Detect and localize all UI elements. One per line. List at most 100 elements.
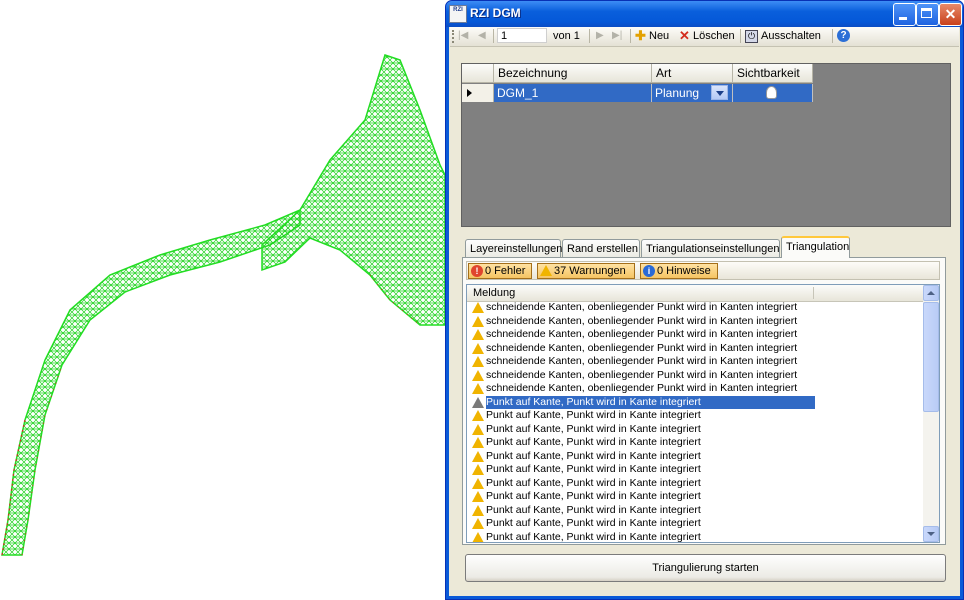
scroll-down-button[interactable] [923,526,939,542]
message-list[interactable]: Meldung schneidende Kanten, obenliegende… [466,284,940,543]
message-row[interactable]: Punkt auf Kante, Punkt wird in Kante int… [467,436,924,450]
dgm-window: RZI RZI DGM ✕ |◀ ◀ 1 von 1 ▶ ▶| ✚ Neu ✕ … [445,0,964,600]
filter-warnings-button[interactable]: 37 Warnungen [537,263,635,279]
visibility-bulb-icon[interactable] [766,86,777,99]
tab-layereinstellungen[interactable]: Layereinstellungen [465,239,562,257]
filter-hints-label: 0 Hinweise [657,265,711,277]
warning-icon [540,265,552,276]
message-row[interactable]: Punkt auf Kante, Punkt wird in Kante int… [467,450,924,464]
warning-icon [472,302,484,313]
tab-rand-erstellen[interactable]: Rand erstellen [562,239,640,257]
warning-icon [472,491,484,502]
message-text: schneidende Kanten, obenliegender Punkt … [486,368,798,381]
column-header-art[interactable]: Art [652,64,733,83]
warning-icon [472,396,484,408]
column-header-meldung: Meldung [473,287,516,299]
message-text: Punkt auf Kante, Punkt wird in Kante int… [486,409,701,421]
app-icon: RZI [449,5,467,23]
warning-icon [472,464,484,475]
column-header-sichtbarkeit[interactable]: Sichtbarkeit [733,64,813,83]
message-row[interactable]: Punkt auf Kante, Punkt wird in Kante int… [467,423,924,437]
art-dropdown-button[interactable] [711,85,728,100]
message-row[interactable]: schneidende Kanten, obenliegender Punkt … [467,342,924,356]
toolbar-grip[interactable] [452,30,456,43]
help-icon[interactable]: ? [837,29,850,42]
warning-icon [472,518,484,529]
warning-icon [472,369,484,381]
message-text: Punkt auf Kante, Punkt wird in Kante int… [486,476,701,489]
info-icon: i [643,265,655,277]
cell-art-value: Planung [655,86,700,100]
message-text: schneidende Kanten, obenliegender Punkt … [486,355,798,367]
message-row[interactable]: schneidende Kanten, obenliegender Punkt … [467,382,924,396]
next-record-icon[interactable]: ▶ [596,30,604,42]
warning-icon [472,383,484,394]
warning-icon [472,477,484,489]
message-row[interactable]: Punkt auf Kante, Punkt wird in Kante int… [467,463,924,477]
message-row[interactable]: Punkt auf Kante, Punkt wird in Kante int… [467,530,924,543]
shutdown-icon: ⏻ [745,30,758,43]
add-icon: ✚ [635,28,646,43]
window-client: |◀ ◀ 1 von 1 ▶ ▶| ✚ Neu ✕ Löschen ⏻ Auss… [449,27,960,596]
window-title: RZI DGM [470,6,521,20]
warning-icon [472,356,484,367]
minimize-button[interactable] [893,3,916,26]
message-row[interactable]: Punkt auf Kante, Punkt wird in Kante int… [467,409,924,423]
message-row[interactable]: Punkt auf Kante, Punkt wird in Kante int… [467,504,924,518]
start-triangulation-button[interactable]: Triangulierung starten [465,554,946,582]
message-row[interactable]: schneidende Kanten, obenliegender Punkt … [467,315,924,329]
filter-hints-button[interactable]: i 0 Hinweise [640,263,718,279]
delete-button[interactable]: Löschen [693,29,735,43]
maximize-button[interactable] [916,3,939,26]
message-row[interactable]: schneidende Kanten, obenliegender Punkt … [467,301,924,315]
scroll-thumb[interactable] [923,302,939,412]
record-count-label: von 1 [553,30,580,42]
message-scrollbar[interactable] [923,285,939,542]
message-text: schneidende Kanten, obenliegender Punkt … [486,314,798,327]
last-record-icon[interactable]: ▶| [612,30,622,42]
delete-icon: ✕ [679,28,690,43]
message-text: schneidende Kanten, obenliegender Punkt … [486,341,798,354]
filter-errors-button[interactable]: ! 0 Fehler [468,263,532,279]
close-button[interactable]: ✕ [939,3,962,26]
warning-icon [472,437,484,448]
tab-triangulationseinstellungen[interactable]: Triangulationseinstellungen [641,239,780,257]
navigator-toolbar: |◀ ◀ 1 von 1 ▶ ▶| ✚ Neu ✕ Löschen ⏻ Auss… [450,27,959,47]
warning-icon [472,315,484,327]
grid-corner-header [462,64,494,83]
filter-warnings-label: 37 Warnungen [554,265,626,277]
cell-bezeichnung[interactable]: DGM_1 [494,84,652,102]
message-text: Punkt auf Kante, Punkt wird in Kante int… [486,490,701,502]
new-button[interactable]: Neu [649,29,669,43]
warning-icon [472,531,484,542]
row-selector[interactable] [462,84,494,102]
tab-triangulation[interactable]: Triangulation [781,236,850,258]
message-row[interactable]: Punkt auf Kante, Punkt wird in Kante int… [467,517,924,531]
message-row[interactable]: Punkt auf Kante, Punkt wird in Kante int… [467,477,924,491]
message-text: Punkt auf Kante, Punkt wird in Kante int… [486,463,701,475]
record-position-input[interactable]: 1 [497,28,547,43]
cell-art-combo[interactable]: Planung [652,84,733,102]
column-header-bezeichnung[interactable]: Bezeichnung [494,64,652,83]
grid-row[interactable]: DGM_1 Planung [462,84,813,102]
shutdown-button[interactable]: Ausschalten [761,29,821,43]
message-list-header[interactable]: Meldung [467,285,924,302]
message-text: Punkt auf Kante, Punkt wird in Kante int… [486,530,701,543]
message-row[interactable]: Punkt auf Kante, Punkt wird in Kante int… [467,395,924,410]
close-icon: ✕ [944,6,957,22]
warning-icon [472,504,484,516]
previous-record-icon[interactable]: ◀ [478,30,486,42]
message-text: Punkt auf Kante, Punkt wird in Kante int… [486,449,701,462]
title-bar[interactable]: RZI RZI DGM ✕ [446,1,963,27]
warning-icon [472,450,484,462]
first-record-icon[interactable]: |◀ [458,30,468,42]
message-row[interactable]: schneidende Kanten, obenliegender Punkt … [467,355,924,369]
scroll-up-button[interactable] [923,285,939,301]
message-row[interactable]: schneidende Kanten, obenliegender Punkt … [467,369,924,383]
message-row[interactable]: Punkt auf Kante, Punkt wird in Kante int… [467,490,924,504]
message-rows: schneidende Kanten, obenliegender Punkt … [467,301,924,543]
message-filter-bar: ! 0 Fehler 37 Warnungen i 0 Hinweise [466,261,940,280]
message-row[interactable]: schneidende Kanten, obenliegender Punkt … [467,328,924,342]
cell-sichtbarkeit[interactable] [733,84,813,102]
error-icon: ! [471,265,483,277]
